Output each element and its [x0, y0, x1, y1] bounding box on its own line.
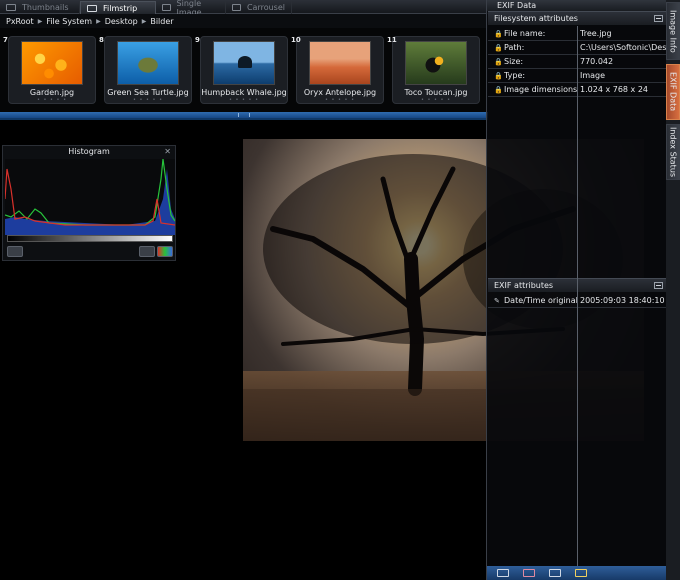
property-key: Size:	[504, 57, 524, 66]
tab-filmstrip[interactable]: Filmstrip	[80, 1, 156, 14]
property-key: Path:	[504, 43, 525, 52]
lock-icon: 🔒	[494, 71, 503, 80]
rating-stars[interactable]: • • • • •	[105, 97, 191, 103]
exif-panel-title: EXIF Data	[487, 0, 667, 11]
item-caption: Garden.jpg	[29, 88, 75, 97]
property-value: 1.024 x 768 x 24	[580, 85, 648, 94]
collapse-icon[interactable]	[654, 15, 663, 22]
view-mode-tabbar: Thumbnails Filmstrip Single Image Carrou…	[0, 0, 488, 17]
erase-icon[interactable]	[523, 569, 535, 577]
thumbnail-image	[213, 41, 275, 85]
rating-stars[interactable]: • • • • •	[393, 97, 479, 103]
tab-single-image[interactable]: Single Image	[156, 0, 226, 17]
filmstrip-item[interactable]: 7 Garden.jpg • • • • •	[3, 36, 96, 104]
filmstrip-item[interactable]: 10 Oryx Antelope.jpg • • • • •	[291, 36, 384, 104]
item-number: 10	[291, 36, 301, 44]
tab-carrousel[interactable]: Carrousel	[226, 1, 292, 14]
rating-stars[interactable]: • • • • •	[297, 97, 383, 103]
property-key: Date/Time original	[504, 296, 578, 305]
thumbnail-image	[117, 41, 179, 85]
close-icon[interactable]: ✕	[164, 146, 171, 158]
item-number: 8	[99, 36, 104, 44]
side-tab-label: Index Status	[668, 126, 678, 178]
grip-icon	[238, 113, 250, 117]
property-value: Tree.jpg	[580, 29, 612, 38]
tab-label: Carrousel	[246, 3, 285, 12]
side-tab-image-info[interactable]: Image Info	[666, 2, 680, 60]
lock-icon: 🔒	[494, 43, 503, 52]
tab-label: Filmstrip	[103, 3, 138, 13]
copy-icon[interactable]	[549, 569, 561, 577]
property-key: File name:	[504, 29, 546, 38]
filmstrip-item[interactable]: 8 Green Sea Turtle.jpg • • • • •	[99, 36, 192, 104]
save-icon[interactable]	[497, 569, 509, 577]
item-caption: Oryx Antelope.jpg	[303, 88, 377, 97]
column-splitter[interactable]	[577, 26, 578, 566]
property-key: Image dimensions	[504, 85, 578, 94]
tab-label: Thumbnails	[22, 3, 69, 12]
thumbnail-image	[405, 41, 467, 85]
property-value: 2005:09:03 18:40:10	[580, 296, 665, 305]
single-image-icon	[162, 4, 171, 11]
side-tab-strip: Image Info EXIF Data Index Status	[666, 0, 680, 580]
filmstrip: 7 Garden.jpg • • • • • 8 Green Sea Turtl…	[0, 28, 488, 112]
section-title: EXIF attributes	[494, 281, 554, 290]
side-tab-exif-data[interactable]: EXIF Data	[666, 64, 680, 120]
filesystem-attributes-header[interactable]: Filesystem attributes	[488, 11, 666, 25]
side-tab-index-status[interactable]: Index Status	[666, 124, 680, 180]
side-tab-label: EXIF Data	[668, 72, 678, 112]
edit-icon: ✎	[494, 296, 500, 305]
lock-icon: 🔒	[494, 29, 503, 38]
filmstrip-item[interactable]: 9 Humpback Whale.jpg • • • • •	[195, 36, 288, 104]
breadcrumb-item-bilder[interactable]: Bilder	[150, 17, 173, 26]
filmstrip-icon	[87, 4, 97, 12]
tone-gradient-bar	[7, 235, 173, 242]
histogram-plot	[5, 159, 175, 235]
collapse-icon[interactable]	[654, 282, 663, 289]
filmstrip-item[interactable]: 11 Toco Toucan.jpg • • • • •	[387, 36, 480, 104]
rating-stars[interactable]: • • • • •	[9, 97, 95, 103]
breadcrumb-item-pxroot[interactable]: PxRoot	[6, 17, 34, 26]
thumbnails-icon	[6, 4, 16, 11]
histogram-rgb-button[interactable]	[157, 246, 173, 257]
tab-thumbnails[interactable]: Thumbnails	[0, 1, 80, 14]
item-number: 9	[195, 36, 200, 44]
item-caption: Humpback Whale.jpg	[201, 88, 287, 97]
rating-stars[interactable]: • • • • •	[201, 97, 287, 103]
exif-toolbar	[487, 566, 667, 580]
chevron-right-icon: ▶	[141, 17, 147, 25]
section-title: Filesystem attributes	[494, 14, 578, 23]
chevron-right-icon: ▶	[37, 17, 43, 25]
lock-icon: 🔒	[494, 57, 503, 66]
property-value: Image	[580, 71, 606, 80]
chevron-right-icon: ▶	[96, 17, 101, 25]
edit-pen-icon[interactable]	[575, 569, 587, 577]
property-value: 770.042	[580, 57, 614, 66]
item-number: 7	[3, 36, 8, 44]
thumbnail-image	[21, 41, 83, 85]
exif-data-panel: EXIF Data Filesystem attributes 🔒 File n…	[486, 0, 667, 580]
property-value: C:\Users\Softonic\Desktop	[580, 43, 666, 52]
histogram-title: Histogram	[68, 147, 110, 156]
histogram-header: Histogram ✕	[3, 146, 175, 158]
histogram-panel: Histogram ✕	[2, 145, 176, 261]
carrousel-icon	[232, 4, 241, 11]
property-key: Type:	[504, 71, 526, 80]
lock-icon: 🔒	[494, 85, 503, 94]
breadcrumb: PxRoot ▶ File System ▶ Desktop ▶ Bilder	[0, 14, 488, 28]
breadcrumb-item-file-system[interactable]: File System	[46, 17, 92, 26]
thumbnail-image	[309, 41, 371, 85]
item-caption: Toco Toucan.jpg	[404, 88, 468, 97]
histogram-luminance-button[interactable]	[139, 246, 155, 257]
breadcrumb-item-desktop[interactable]: Desktop	[105, 17, 138, 26]
side-tab-label: Image Info	[668, 9, 678, 53]
histogram-mode-button[interactable]	[7, 246, 23, 257]
item-number: 11	[387, 36, 397, 44]
item-caption: Green Sea Turtle.jpg	[107, 88, 189, 97]
